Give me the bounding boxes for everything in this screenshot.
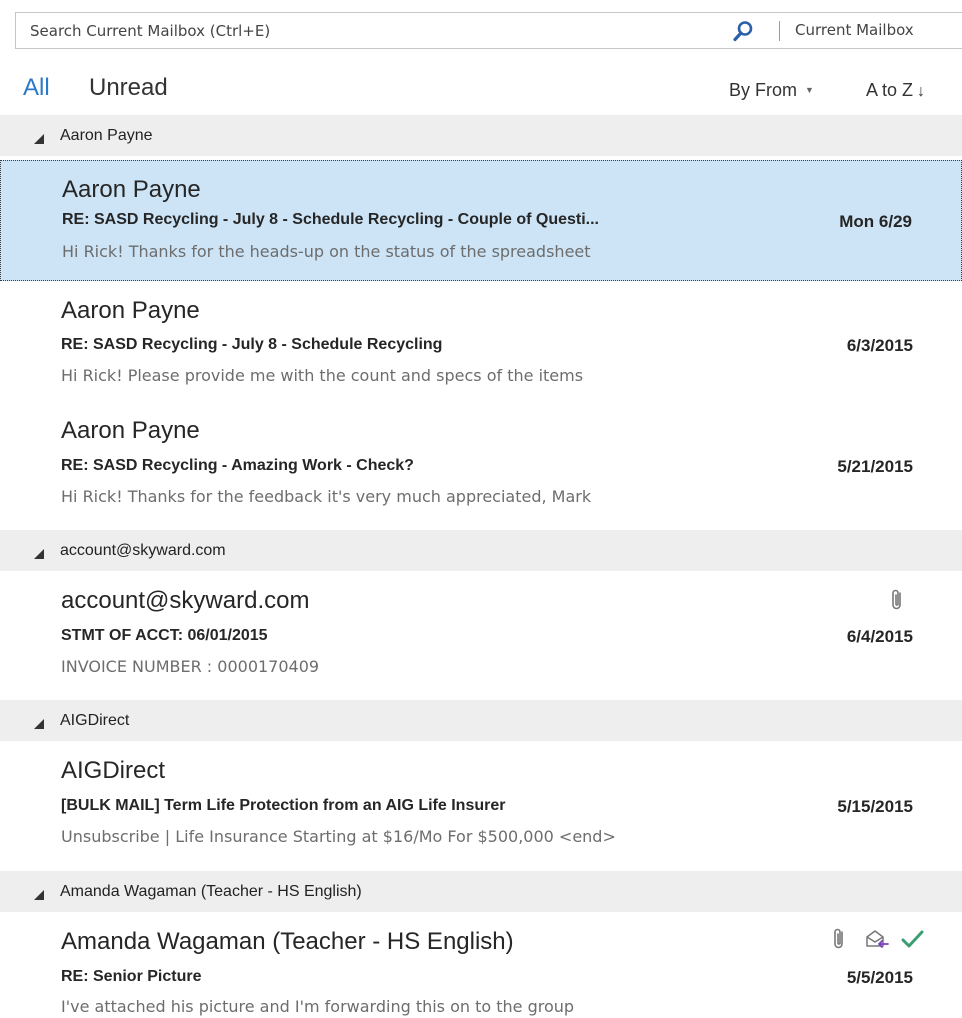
search-scope-dropdown[interactable]: Current Mailbox <box>795 21 914 39</box>
mail-preview: Hi Rick! Thanks for the feedback it's ve… <box>61 487 592 506</box>
mail-sender: account@skyward.com <box>61 587 310 614</box>
mail-preview: Hi Rick! Thanks for the heads-up on the … <box>62 242 591 261</box>
mail-item[interactable]: AIGDirect [BULK MAIL] Term Life Protecti… <box>0 742 962 862</box>
group-label: AIGDirect <box>60 711 130 729</box>
mail-preview: I've attached his picture and I'm forwar… <box>61 997 575 1016</box>
mail-preview: Hi Rick! Please provide me with the coun… <box>61 366 584 385</box>
mail-sender: Amanda Wagaman (Teacher - HS English) <box>61 928 514 955</box>
collapse-triangle-icon[interactable] <box>34 715 45 729</box>
search-scope-divider <box>779 21 780 41</box>
mail-status-icons <box>890 588 912 612</box>
mail-subject: RE: SASD Recycling - July 8 - Schedule R… <box>61 336 443 353</box>
paperclip-icon <box>832 927 854 951</box>
mail-date: Mon 6/29 <box>839 212 912 231</box>
sort-by-label: By From <box>729 80 798 100</box>
group-label: Amanda Wagaman (Teacher - HS English) <box>60 882 362 900</box>
mail-item[interactable]: Aaron Payne RE: SASD Recycling - July 8 … <box>0 160 962 281</box>
mail-sender: AIGDirect <box>61 757 166 784</box>
mail-item[interactable]: Aaron Payne RE: SASD Recycling - Amazing… <box>0 402 962 522</box>
filter-unread-tab[interactable]: Unread <box>89 74 168 102</box>
mail-sender: Aaron Payne <box>61 417 200 444</box>
mail-subject: RE: SASD Recycling - Amazing Work - Chec… <box>61 457 414 474</box>
collapse-triangle-icon[interactable] <box>34 886 45 900</box>
mail-subject: RE: Senior Picture <box>61 968 202 985</box>
mail-date: 5/15/2015 <box>837 797 913 816</box>
mail-item[interactable]: Amanda Wagaman (Teacher - HS English) RE… <box>0 913 962 1018</box>
group-header-aaron-payne[interactable]: Aaron Payne <box>0 115 962 156</box>
mail-sender: Aaron Payne <box>62 176 201 203</box>
mail-status-icons <box>832 927 924 951</box>
mail-subject: RE: SASD Recycling - July 8 - Schedule R… <box>62 211 599 228</box>
chevron-down-icon: ▼ <box>805 85 814 95</box>
search-input[interactable] <box>16 13 716 48</box>
search-icon[interactable] <box>732 20 754 42</box>
group-header-aigdirect[interactable]: AIGDirect <box>0 700 962 741</box>
collapse-triangle-icon[interactable] <box>34 130 45 144</box>
filter-all-tab[interactable]: All <box>23 74 50 102</box>
paperclip-icon <box>890 588 912 612</box>
mail-preview: INVOICE NUMBER : 0000170409 <box>61 657 320 676</box>
group-label: account@skyward.com <box>60 541 226 559</box>
mail-subject: [BULK MAIL] Term Life Protection from an… <box>61 797 506 814</box>
collapse-triangle-icon[interactable] <box>34 545 45 559</box>
filter-bar: All Unread By From ▼ A to Z ↓ <box>0 70 962 110</box>
mail-date: 5/5/2015 <box>846 968 913 987</box>
mail-date: 5/21/2015 <box>837 457 913 476</box>
group-header-account-skyward[interactable]: account@skyward.com <box>0 530 962 571</box>
mail-date: 6/3/2015 <box>846 336 913 355</box>
sort-order-toggle[interactable]: A to Z ↓ <box>866 80 925 101</box>
mail-item[interactable]: Aaron Payne RE: SASD Recycling - July 8 … <box>0 282 962 402</box>
mail-item[interactable]: account@skyward.com STMT OF ACCT: 06/01/… <box>0 572 962 692</box>
envelope-forward-icon <box>864 927 890 951</box>
group-header-amanda-wagaman[interactable]: Amanda Wagaman (Teacher - HS English) <box>0 871 962 912</box>
mail-subject: STMT OF ACCT: 06/01/2015 <box>61 627 268 644</box>
arrow-down-icon: ↓ <box>917 83 926 100</box>
search-bar: Current Mailbox <box>15 12 962 49</box>
mail-preview: Unsubscribe | Life Insurance Starting at… <box>61 827 616 846</box>
sort-by-dropdown[interactable]: By From ▼ <box>729 80 814 101</box>
sort-order-label: A to Z <box>866 80 914 100</box>
mail-sender: Aaron Payne <box>61 297 200 324</box>
group-label: Aaron Payne <box>60 126 153 144</box>
checkmark-icon[interactable] <box>900 927 924 951</box>
mail-date: 6/4/2015 <box>846 627 913 646</box>
